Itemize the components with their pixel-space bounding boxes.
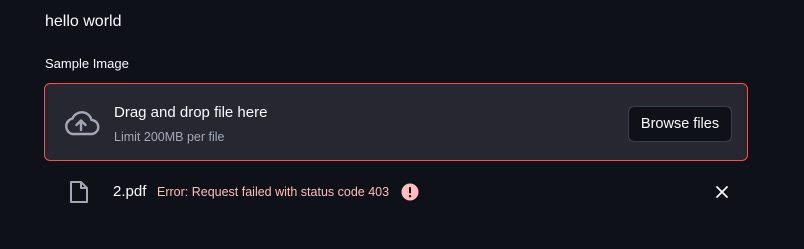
file-dropzone[interactable]: Drag and drop file here Limit 200MB per …	[44, 83, 748, 161]
dropzone-limit-text: Limit 200MB per file	[114, 130, 225, 144]
cloud-upload-icon	[65, 111, 100, 136]
remove-file-button[interactable]	[711, 181, 733, 203]
dropzone-instructions: Drag and drop file here	[114, 104, 268, 121]
close-icon	[716, 186, 728, 198]
hello-text: hello world	[45, 13, 122, 30]
file-icon	[70, 181, 88, 203]
uploaded-file-row: 2.pdf Error: Request failed with status …	[0, 172, 804, 212]
uploaded-file-name: 2.pdf	[113, 183, 147, 200]
error-icon	[401, 183, 419, 201]
file-uploader-label: Sample Image	[45, 56, 129, 71]
upload-error-message: Error: Request failed with status code 4…	[157, 185, 390, 199]
app-page: hello world Sample Image Drag and drop f…	[0, 0, 804, 249]
browse-files-button[interactable]: Browse files	[628, 106, 732, 142]
